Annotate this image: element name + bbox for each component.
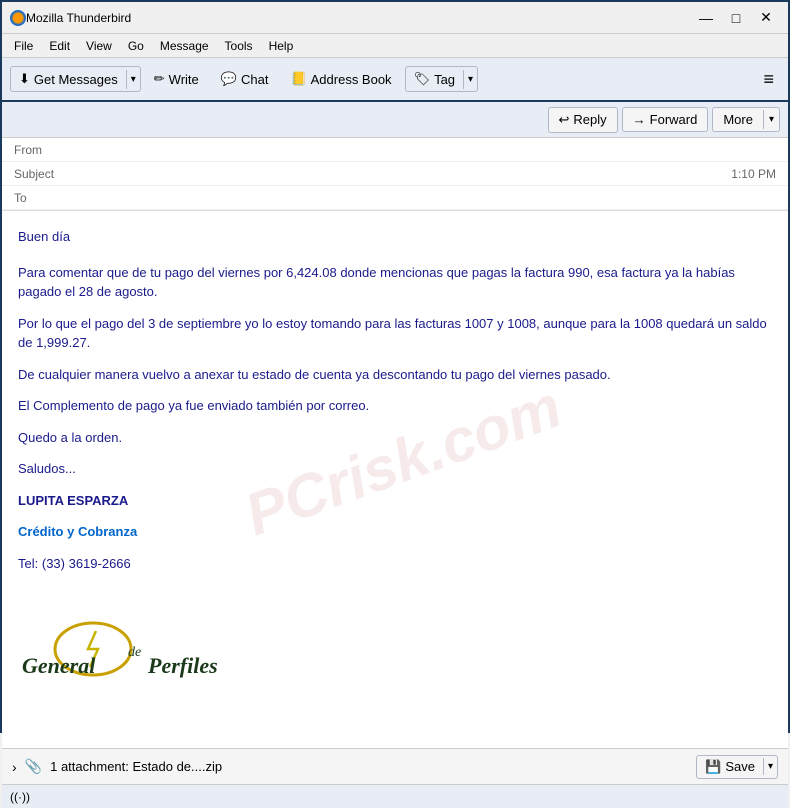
email-paragraph-3: De cualquier manera vuelvo a anexar tu e… xyxy=(18,365,772,385)
address-book-icon: 📒 xyxy=(290,71,306,87)
menu-edit[interactable]: Edit xyxy=(41,37,78,55)
reply-icon: ↩ xyxy=(559,112,570,128)
get-messages-split-button[interactable]: ⬇ Get Messages ▾ xyxy=(10,66,141,92)
more-label: More xyxy=(723,112,753,127)
company-logo: General de Perfiles xyxy=(18,601,258,681)
save-dropdown-arrow[interactable]: ▾ xyxy=(763,758,777,775)
company-logo-area: General de Perfiles xyxy=(18,585,772,700)
to-label: To xyxy=(14,191,66,205)
subject-row: Subject 1:10 PM xyxy=(2,162,788,186)
from-label: From xyxy=(14,143,66,157)
signature-dept: Crédito y Cobranza xyxy=(18,522,772,542)
attachment-bar: › 📎 1 attachment: Estado de....zip 💾 Sav… xyxy=(2,748,788,784)
save-icon: 💾 xyxy=(705,759,721,775)
menu-go[interactable]: Go xyxy=(120,37,152,55)
tag-label: Tag xyxy=(434,72,455,87)
more-dropdown-arrow[interactable]: ▾ xyxy=(763,110,779,129)
hamburger-menu-icon[interactable]: ≡ xyxy=(757,65,780,94)
maximize-button[interactable]: □ xyxy=(722,7,750,29)
get-messages-label: Get Messages xyxy=(34,72,118,87)
reply-button[interactable]: ↩ Reply xyxy=(548,107,618,133)
svg-text:Perfiles: Perfiles xyxy=(147,653,218,678)
save-split-button[interactable]: 💾 Save ▾ xyxy=(696,755,778,779)
close-button[interactable]: ✕ xyxy=(752,7,780,29)
minimize-button[interactable]: — xyxy=(692,7,720,29)
save-label: Save xyxy=(725,759,755,774)
main-toolbar: ⬇ Get Messages ▾ ✏ Write 💬 Chat 📒 Addres… xyxy=(2,58,788,102)
signature-tel: Tel: (33) 3619-2666 xyxy=(18,554,772,574)
forward-button[interactable]: → Forward xyxy=(622,107,709,132)
action-toolbar: ↩ Reply → Forward More ▾ xyxy=(2,102,788,138)
menu-message[interactable]: Message xyxy=(152,37,217,55)
attachment-paperclip-icon: 📎 xyxy=(25,758,42,775)
more-split-button[interactable]: More ▾ xyxy=(712,107,780,132)
tag-split-button[interactable]: 🏷 Tag ▾ xyxy=(405,66,479,92)
chat-icon: 💬 xyxy=(221,71,237,87)
menu-bar: File Edit View Go Message Tools Help xyxy=(2,34,788,58)
email-body: PCrisk.com Buen día Para comentar que de… xyxy=(2,211,788,748)
write-button[interactable]: ✏ Write xyxy=(145,66,208,92)
email-content-area: PCrisk.com Buen día Para comentar que de… xyxy=(2,211,788,748)
menu-help[interactable]: Help xyxy=(261,37,302,55)
svg-text:General: General xyxy=(22,653,96,678)
address-book-label: Address Book xyxy=(311,72,392,87)
app-icon xyxy=(10,10,26,26)
address-book-button[interactable]: 📒 Address Book xyxy=(281,66,400,92)
chat-label: Chat xyxy=(241,72,268,87)
email-paragraph-4: El Complemento de pago ya fue enviado ta… xyxy=(18,396,772,416)
get-messages-icon: ⬇ xyxy=(19,71,30,87)
write-icon: ✏ xyxy=(154,71,165,87)
menu-file[interactable]: File xyxy=(6,37,41,55)
reply-label: Reply xyxy=(573,112,606,127)
email-time: 1:10 PM xyxy=(731,167,776,181)
window-controls: — □ ✕ xyxy=(692,7,780,29)
window-title: Mozilla Thunderbird xyxy=(26,11,692,25)
email-greeting: Buen día xyxy=(18,227,772,247)
chat-button[interactable]: 💬 Chat xyxy=(212,66,278,92)
svg-text:de: de xyxy=(128,645,141,660)
forward-icon: → xyxy=(633,112,646,127)
attachment-expand-icon[interactable]: › xyxy=(12,759,17,775)
signal-icon: ((·)) xyxy=(10,790,30,804)
write-label: Write xyxy=(169,72,199,87)
from-row: From xyxy=(2,138,788,162)
menu-view[interactable]: View xyxy=(78,37,120,55)
email-header: From Subject 1:10 PM To xyxy=(2,138,788,211)
tel-label: Tel: xyxy=(18,556,38,571)
tag-icon: 🏷 xyxy=(414,71,431,87)
menu-tools[interactable]: Tools xyxy=(217,37,261,55)
email-paragraph-2: Por lo que el pago del 3 de septiembre y… xyxy=(18,314,772,353)
status-bar: ((·)) xyxy=(2,784,788,808)
tag-dropdown-arrow[interactable]: ▾ xyxy=(463,70,477,89)
signature-name: LUPITA ESPARZA xyxy=(18,491,772,511)
attachment-name: 1 attachment: Estado de....zip xyxy=(50,759,688,774)
to-row: To xyxy=(2,186,788,210)
email-paragraph-1: Para comentar que de tu pago del viernes… xyxy=(18,263,772,302)
title-bar: Mozilla Thunderbird — □ ✕ xyxy=(2,2,788,34)
email-paragraph-6: Saludos... xyxy=(18,459,772,479)
email-paragraph-5: Quedo a la orden. xyxy=(18,428,772,448)
forward-label: Forward xyxy=(650,112,698,127)
get-messages-dropdown-arrow[interactable]: ▾ xyxy=(126,70,140,89)
subject-label: Subject xyxy=(14,167,66,181)
tel-value: (33) 3619-2666 xyxy=(42,556,131,571)
